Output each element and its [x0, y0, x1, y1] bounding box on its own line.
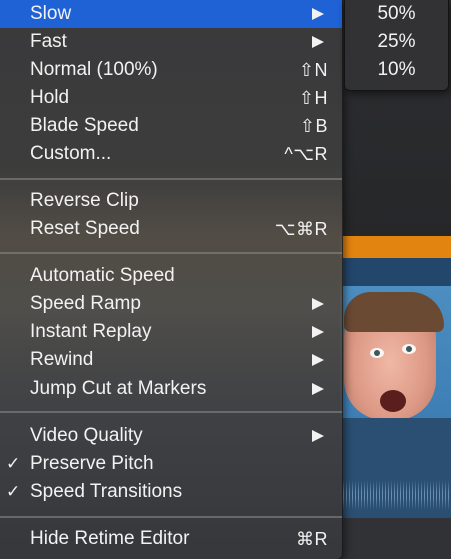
- menu-item-label: Reverse Clip: [30, 190, 139, 211]
- submenu-item-25pct[interactable]: 25%: [345, 28, 448, 56]
- menu-item-label: Rewind: [30, 349, 94, 370]
- submenu-arrow-icon: [312, 354, 324, 366]
- menu-item-label: Video Quality: [30, 425, 143, 446]
- menu-item-hide-retime-editor[interactable]: Hide Retime Editor ⌘R: [0, 525, 342, 553]
- menu-item-speed-ramp[interactable]: Speed Ramp: [0, 290, 342, 318]
- submenu-arrow-icon: [312, 326, 324, 338]
- clip-header[interactable]: [340, 258, 451, 286]
- menu-separator: [0, 252, 342, 254]
- keyboard-shortcut: ⌘R: [296, 529, 328, 549]
- menu-item-reset-speed[interactable]: Reset Speed ⌥⌘R: [0, 215, 342, 243]
- menu-item-video-quality[interactable]: Video Quality: [0, 422, 342, 450]
- submenu-arrow-icon: [312, 430, 324, 442]
- submenu-item-10pct[interactable]: 10%: [345, 56, 448, 84]
- keyboard-shortcut: ⌥⌘R: [274, 219, 328, 239]
- menu-item-speed-transitions[interactable]: ✓ Speed Transitions: [0, 478, 342, 506]
- keyboard-shortcut: ⇧B: [299, 116, 328, 136]
- waveform-lines: [340, 480, 451, 510]
- menu-separator: [0, 411, 342, 413]
- app-window: Slow Fast Normal (100%) ⇧N Hold ⇧H Blade Speed…: [0, 0, 451, 559]
- menu-item-slow[interactable]: Slow: [0, 0, 342, 28]
- hair-shape: [344, 292, 444, 332]
- menu-item-label: Normal (100%): [30, 59, 158, 80]
- menu-item-label: Reset Speed: [30, 218, 140, 239]
- audio-waveform[interactable]: [340, 418, 451, 518]
- menu-item-label: Speed Ramp: [30, 293, 141, 314]
- checkmark-icon: ✓: [6, 482, 21, 501]
- retime-menu: Slow Fast Normal (100%) ⇧N Hold ⇧H Blade Speed…: [0, 0, 343, 559]
- menu-item-label: Custom...: [30, 143, 112, 164]
- menu-item-label: Hide Retime Editor: [30, 528, 190, 549]
- menu-item-label: Jump Cut at Markers: [30, 378, 207, 399]
- submenu-arrow-icon: [312, 383, 324, 395]
- timeline-bottom: [340, 518, 451, 559]
- clip-thumbnail[interactable]: [340, 286, 451, 418]
- submenu-item-50pct[interactable]: 50%: [345, 0, 448, 28]
- keyboard-shortcut: ⇧N: [298, 60, 328, 80]
- menu-item-label: Preserve Pitch: [30, 453, 154, 474]
- menu-separator: [0, 178, 342, 180]
- menu-item-label: Fast: [30, 31, 67, 52]
- menu-item-label: Automatic Speed: [30, 265, 175, 286]
- keyboard-shortcut: ⇧H: [298, 88, 328, 108]
- menu-item-normal-100[interactable]: Normal (100%) ⇧N: [0, 56, 342, 84]
- menu-item-fast[interactable]: Fast: [0, 28, 342, 56]
- right-eye: [402, 344, 416, 354]
- submenu-arrow-icon: [312, 298, 324, 310]
- menu-item-instant-replay[interactable]: Instant Replay: [0, 318, 342, 346]
- face-image: [344, 292, 444, 418]
- menu-item-automatic-speed[interactable]: Automatic Speed: [0, 262, 342, 290]
- menu-item-label: Instant Replay: [30, 321, 152, 342]
- menu-item-label: Hold: [30, 87, 70, 108]
- mouth-shape: [380, 390, 406, 412]
- submenu-arrow-icon: [312, 36, 324, 48]
- submenu-arrow-icon: [312, 8, 324, 20]
- menu-item-custom[interactable]: Custom... ^⌥R: [0, 140, 342, 168]
- menu-item-preserve-pitch[interactable]: ✓ Preserve Pitch: [0, 450, 342, 478]
- menu-item-label: Blade Speed: [30, 115, 139, 136]
- menu-separator: [0, 516, 342, 518]
- keyboard-shortcut: ^⌥R: [284, 144, 328, 164]
- menu-item-label: Speed Transitions: [30, 481, 183, 502]
- menu-item-blade-speed[interactable]: Blade Speed ⇧B: [0, 112, 342, 140]
- menu-item-jump-cut-at-markers[interactable]: Jump Cut at Markers: [0, 375, 342, 403]
- checkmark-icon: ✓: [6, 454, 21, 473]
- menu-item-reverse-clip[interactable]: Reverse Clip: [0, 187, 342, 215]
- menu-item-rewind[interactable]: Rewind: [0, 346, 342, 374]
- retime-bar[interactable]: [340, 236, 451, 258]
- menu-item-hold[interactable]: Hold ⇧H: [0, 84, 342, 112]
- menu-item-label: Slow: [30, 3, 72, 24]
- slow-submenu: 50% 25% 10%: [344, 0, 449, 91]
- left-eye: [370, 348, 384, 358]
